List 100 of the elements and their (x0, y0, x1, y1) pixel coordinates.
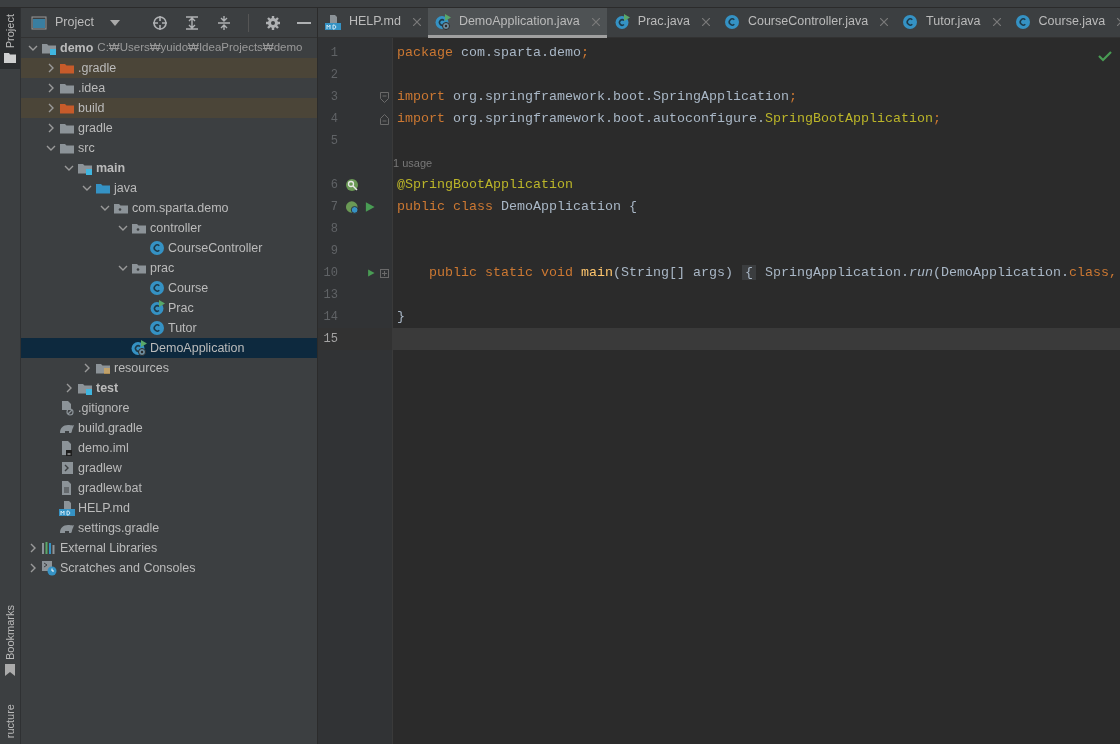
tool-window-button[interactable]: Project (0, 8, 20, 70)
script-file-icon (59, 460, 75, 476)
collapse-all-icon[interactable] (216, 14, 232, 31)
close-icon[interactable] (880, 17, 889, 26)
tree-label: HELP.md (78, 499, 130, 517)
fold-icon[interactable] (380, 113, 389, 125)
tree-label: .gitignore (78, 399, 130, 417)
tree-item[interactable]: Tutor (21, 318, 317, 338)
code-token: main (580, 265, 613, 280)
editor-tab[interactable]: Prac.java (606, 8, 717, 38)
folder-icon (4, 52, 16, 64)
tree-item[interactable]: .gradle (21, 58, 317, 78)
code-token: class (1068, 265, 1109, 280)
panel-title[interactable]: Project (55, 13, 94, 32)
class-icon (149, 240, 165, 256)
tree-label: build (78, 99, 105, 117)
tree-label: CourseController (168, 239, 263, 257)
tree-item[interactable]: build (21, 98, 317, 118)
code-token: DemoApplication { (501, 199, 637, 214)
expand-all-icon[interactable] (184, 14, 200, 31)
tree-item[interactable]: CourseController (21, 238, 317, 258)
tree-label: demo.iml (78, 439, 129, 457)
tree-item[interactable]: gradlew (21, 458, 317, 478)
tree-item[interactable]: resources (21, 358, 317, 378)
tree-item[interactable]: DemoApplication (21, 338, 317, 358)
bean-icon[interactable] (345, 200, 359, 214)
code-token: ; (932, 111, 941, 126)
check-icon (1098, 51, 1112, 63)
tree-label: prac (150, 259, 175, 277)
tree-item[interactable]: External Libraries (21, 538, 317, 558)
tree-item[interactable]: gradle (21, 118, 317, 138)
tree-item[interactable]: demo.iml (21, 438, 317, 458)
tree-item[interactable]: .idea (21, 78, 317, 98)
module-file-icon (59, 440, 75, 456)
tree-label: Prac (168, 299, 194, 317)
settings-icon[interactable] (265, 14, 281, 31)
locate-icon[interactable] (152, 14, 168, 31)
tree-label: build.gradle (78, 419, 143, 437)
tree-label: .gradle (78, 59, 117, 77)
tree-item[interactable]: Prac (21, 298, 317, 318)
tree-label: .idea (78, 79, 106, 97)
tree-label: resources (114, 359, 169, 377)
code-token: ; (788, 89, 797, 104)
spring-class-icon (131, 340, 147, 356)
markdown-file-icon (59, 500, 75, 516)
tree-item[interactable]: settings.gradle (21, 518, 317, 538)
code-token: (String[] args) (612, 265, 734, 280)
tree-item[interactable]: src (21, 138, 317, 158)
tree-label: Scratches and Consoles (60, 559, 196, 577)
tree-item[interactable]: controller (21, 218, 317, 238)
editor-tab[interactable]: DemoApplication.java (427, 8, 607, 38)
runnable-class-icon (149, 300, 165, 316)
tree-label: controller (150, 219, 202, 237)
editor-tab[interactable]: Tutor.java (895, 8, 1008, 38)
tree-item[interactable]: gradlew.bat (21, 478, 317, 498)
code-token: import (397, 111, 446, 126)
tree-item[interactable]: Scratches and Consoles (21, 558, 317, 578)
line-number: 15 (322, 331, 338, 348)
tree-item[interactable]: build.gradle (21, 418, 317, 438)
tree-item[interactable]: HELP.md (21, 498, 317, 518)
folded-code: { (741, 265, 756, 280)
tree-item[interactable]: prac (21, 258, 317, 278)
editor-tab[interactable]: Course.java (1007, 8, 1120, 38)
tool-window-button[interactable]: ructure (0, 697, 20, 744)
close-icon[interactable] (992, 17, 1001, 26)
tool-window-button[interactable]: Bookmarks (0, 598, 20, 682)
scratches-icon (41, 560, 57, 576)
code-token: SpringBootApplication (764, 111, 933, 126)
tree-item[interactable]: demo C:₩Users₩yuido₩IdeaProjects₩demo (21, 38, 317, 58)
tree-item[interactable]: java (21, 178, 317, 198)
bean-search-icon[interactable] (345, 178, 359, 192)
tree-item[interactable]: test (21, 378, 317, 398)
tree-label: demo (60, 39, 94, 57)
class-icon (149, 320, 165, 336)
tree-item[interactable]: main (21, 158, 317, 178)
code-token: @SpringBootApplication (397, 177, 573, 192)
code-token: public class (397, 199, 494, 214)
editor-tab[interactable]: CourseController.java (716, 8, 896, 38)
class-icon (149, 280, 165, 296)
tree-item[interactable]: com.sparta.demo (21, 198, 317, 218)
fold-icon[interactable] (380, 91, 389, 103)
expand-fold-icon[interactable] (380, 268, 389, 278)
code-token: org.springframework.boot.autoconfigure. (453, 111, 765, 126)
code-token: ; (581, 45, 589, 60)
minimize-icon[interactable] (297, 21, 311, 24)
tree-label: settings.gradle (78, 519, 160, 537)
class-icon (723, 13, 740, 30)
close-icon[interactable] (412, 17, 421, 26)
tree-item[interactable]: Course (21, 278, 317, 298)
markdown-file-icon (325, 13, 341, 30)
path-hint: C:₩Users₩yuido₩IdeaProjects₩demo (97, 40, 303, 56)
tree-item[interactable]: .gitignore (21, 398, 317, 418)
tree-label: DemoApplication (150, 339, 245, 357)
caret-icon[interactable] (109, 19, 120, 26)
editor-tab[interactable]: HELP.md (318, 8, 428, 38)
bookmark-icon (5, 663, 15, 676)
code-token: run (908, 265, 933, 280)
tree-label: gradlew.bat (78, 479, 142, 497)
close-icon[interactable] (701, 17, 710, 26)
code-token: package (397, 45, 454, 60)
